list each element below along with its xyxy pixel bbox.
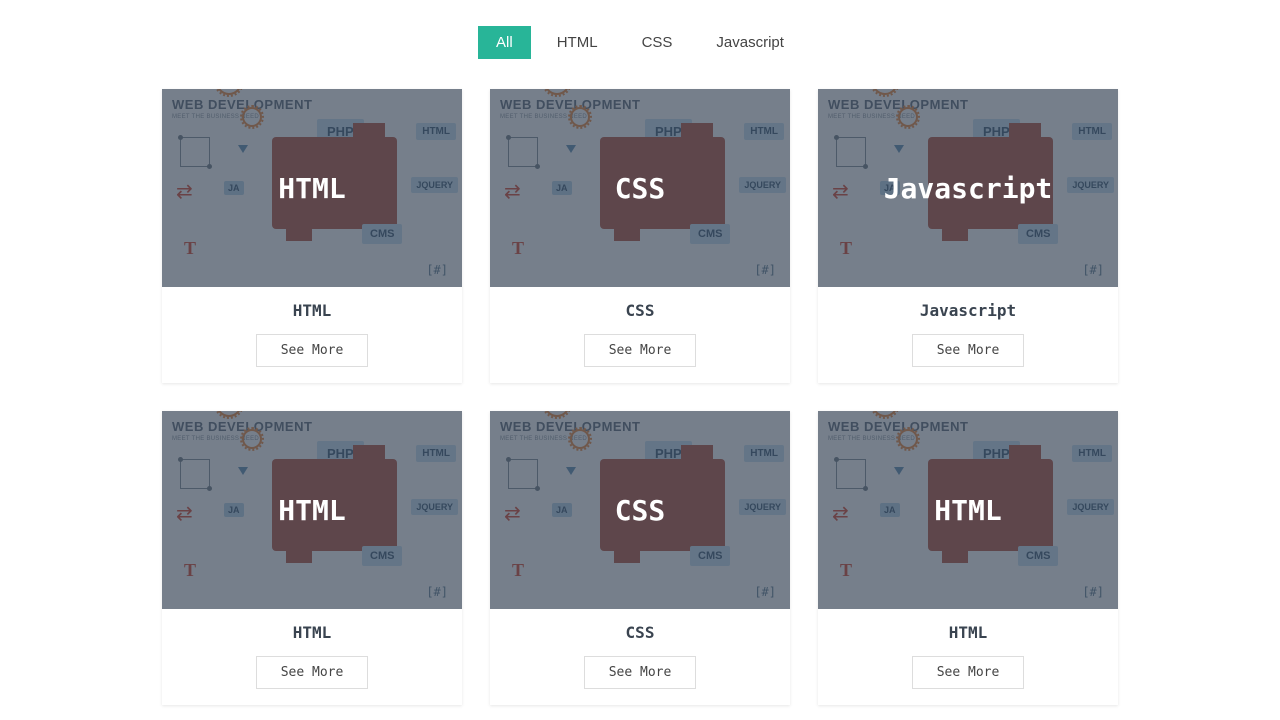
- see-more-button[interactable]: See More: [912, 334, 1025, 367]
- card-body: HTML See More: [162, 287, 462, 383]
- see-more-button[interactable]: See More: [584, 334, 697, 367]
- card-overlay: HTML: [162, 411, 462, 609]
- card-overlay: HTML: [818, 411, 1118, 609]
- card-body: HTML See More: [162, 609, 462, 705]
- overlay-title: CSS: [615, 172, 666, 205]
- portfolio-grid: WEB DEVELOPMENT MEET THE BUSINESS NEED P…: [0, 89, 1280, 705]
- card-body: Javascript See More: [818, 287, 1118, 383]
- card-body: CSS See More: [490, 287, 790, 383]
- overlay-title: CSS: [615, 494, 666, 527]
- card-image[interactable]: WEB DEVELOPMENT MEET THE BUSINESS NEED P…: [818, 89, 1118, 287]
- card-title: CSS: [490, 623, 790, 642]
- overlay-title: HTML: [934, 494, 1001, 527]
- card-overlay: Javascript: [818, 89, 1118, 287]
- overlay-title: HTML: [278, 172, 345, 205]
- card-overlay: HTML: [162, 89, 462, 287]
- card-body: HTML See More: [818, 609, 1118, 705]
- see-more-button[interactable]: See More: [912, 656, 1025, 689]
- filter-css[interactable]: CSS: [624, 26, 691, 59]
- card-title: HTML: [162, 623, 462, 642]
- portfolio-card: WEB DEVELOPMENT MEET THE BUSINESS NEED P…: [162, 89, 462, 383]
- card-overlay: CSS: [490, 411, 790, 609]
- card-image[interactable]: WEB DEVELOPMENT MEET THE BUSINESS NEED P…: [162, 89, 462, 287]
- portfolio-card: WEB DEVELOPMENT MEET THE BUSINESS NEED P…: [490, 411, 790, 705]
- card-title: CSS: [490, 301, 790, 320]
- card-overlay: CSS: [490, 89, 790, 287]
- see-more-button[interactable]: See More: [584, 656, 697, 689]
- filter-javascript[interactable]: Javascript: [698, 26, 802, 59]
- filter-all[interactable]: All: [478, 26, 531, 59]
- card-title: Javascript: [818, 301, 1118, 320]
- card-image[interactable]: WEB DEVELOPMENT MEET THE BUSINESS NEED P…: [162, 411, 462, 609]
- filter-html[interactable]: HTML: [539, 26, 616, 59]
- card-title: HTML: [818, 623, 1118, 642]
- see-more-button[interactable]: See More: [256, 656, 369, 689]
- card-image[interactable]: WEB DEVELOPMENT MEET THE BUSINESS NEED P…: [818, 411, 1118, 609]
- card-title: HTML: [162, 301, 462, 320]
- portfolio-card: WEB DEVELOPMENT MEET THE BUSINESS NEED P…: [818, 411, 1118, 705]
- filter-nav: All HTML CSS Javascript: [0, 0, 1280, 89]
- portfolio-card: WEB DEVELOPMENT MEET THE BUSINESS NEED P…: [818, 89, 1118, 383]
- card-image[interactable]: WEB DEVELOPMENT MEET THE BUSINESS NEED P…: [490, 411, 790, 609]
- card-body: CSS See More: [490, 609, 790, 705]
- card-image[interactable]: WEB DEVELOPMENT MEET THE BUSINESS NEED P…: [490, 89, 790, 287]
- see-more-button[interactable]: See More: [256, 334, 369, 367]
- overlay-title: Javascript: [884, 172, 1053, 205]
- overlay-title: HTML: [278, 494, 345, 527]
- portfolio-card: WEB DEVELOPMENT MEET THE BUSINESS NEED P…: [162, 411, 462, 705]
- portfolio-card: WEB DEVELOPMENT MEET THE BUSINESS NEED P…: [490, 89, 790, 383]
